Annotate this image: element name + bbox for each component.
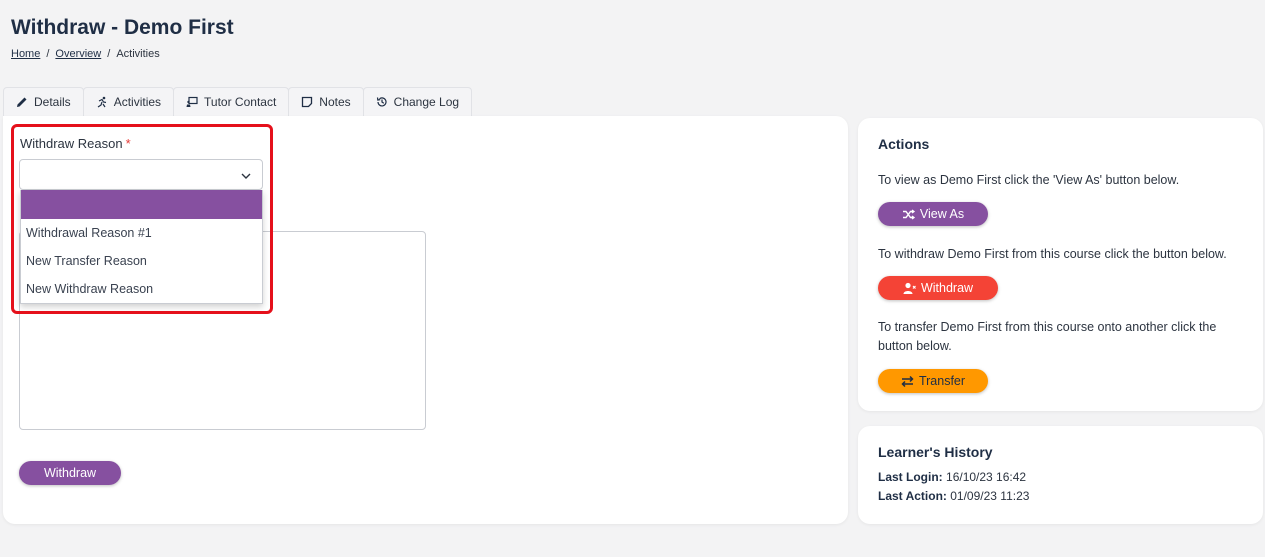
dropdown-option[interactable]: New Transfer Reason xyxy=(21,247,262,275)
view-as-button[interactable]: View As xyxy=(878,202,988,226)
actions-title: Actions xyxy=(878,136,930,152)
tab-details[interactable]: Details xyxy=(3,87,84,116)
actions-card: Actions To view as Demo First click the … xyxy=(858,118,1263,411)
last-action-row: Last Action: 01/09/23 11:23 xyxy=(878,489,1029,503)
history-icon xyxy=(376,97,387,107)
withdraw-submit-button[interactable]: Withdraw xyxy=(19,461,121,485)
withdraw-reason-select[interactable] xyxy=(19,159,263,190)
shuffle-icon xyxy=(902,208,915,220)
breadcrumb-current: Activities xyxy=(116,48,160,60)
breadcrumb-overview[interactable]: Overview xyxy=(55,48,101,60)
tab-change-log[interactable]: Change Log xyxy=(362,87,473,116)
arrows-exchange-icon xyxy=(901,375,914,387)
pencil-icon xyxy=(17,97,27,107)
view-as-label: View As xyxy=(919,207,965,221)
transfer-description: To transfer Demo First from this course … xyxy=(878,320,1217,353)
tab-label: Change Log xyxy=(393,95,460,109)
learner-history-card: Learner's History Last Login: 16/10/23 1… xyxy=(858,426,1263,524)
withdraw-reason-label-text: Withdraw Reason xyxy=(20,136,123,151)
withdraw-action-button[interactable]: Withdraw xyxy=(878,276,998,300)
chevron-down-icon xyxy=(241,173,251,179)
dropdown-option[interactable]: New Withdraw Reason xyxy=(21,275,262,303)
dropdown-option-empty[interactable] xyxy=(21,190,262,219)
transfer-label: Transfer xyxy=(918,374,966,388)
view-as-description: To view as Demo First click the 'View As… xyxy=(878,173,1180,187)
tab-label: Activities xyxy=(113,95,162,109)
withdraw-reason-label: Withdraw Reason * xyxy=(20,136,131,151)
breadcrumb-separator: / xyxy=(46,48,50,60)
chalkboard-icon xyxy=(186,96,198,107)
transfer-button[interactable]: Transfer xyxy=(878,369,988,393)
breadcrumb-separator: / xyxy=(107,48,111,60)
withdraw-action-label: Withdraw xyxy=(920,281,974,295)
tab-label: Tutor Contact xyxy=(204,95,277,109)
tab-activities[interactable]: Activities xyxy=(82,87,175,116)
tab-bar: Details Activities Tutor Contact Notes C… xyxy=(3,87,473,116)
note-icon xyxy=(302,96,313,108)
last-login-label: Last Login: xyxy=(878,470,943,484)
last-login-row: Last Login: 16/10/23 16:42 xyxy=(878,470,1026,484)
learner-history-title: Learner's History xyxy=(878,444,993,460)
withdraw-description: To withdraw Demo First from this course … xyxy=(878,247,1227,261)
last-action-label: Last Action: xyxy=(878,489,947,503)
running-icon xyxy=(97,96,106,108)
breadcrumb-home[interactable]: Home xyxy=(11,48,40,60)
required-marker: * xyxy=(125,136,131,151)
user-remove-icon xyxy=(903,282,916,294)
last-action-value: 01/09/23 11:23 xyxy=(950,489,1030,503)
last-login-value: 16/10/23 16:42 xyxy=(946,470,1027,484)
page-title: Withdraw - Demo First xyxy=(11,16,234,39)
withdraw-form-card: Withdraw Reason * Withdrawal Reason #1 Ne… xyxy=(3,116,848,524)
breadcrumb: Home / Overview / Activities xyxy=(11,48,160,60)
withdraw-reason-dropdown: Withdrawal Reason #1 New Transfer Reason… xyxy=(20,190,263,304)
dropdown-option[interactable]: Withdrawal Reason #1 xyxy=(21,219,262,247)
tab-label: Details xyxy=(34,95,71,109)
tab-notes[interactable]: Notes xyxy=(288,87,364,116)
tab-label: Notes xyxy=(319,95,351,109)
tab-tutor-contact[interactable]: Tutor Contact xyxy=(173,87,290,116)
